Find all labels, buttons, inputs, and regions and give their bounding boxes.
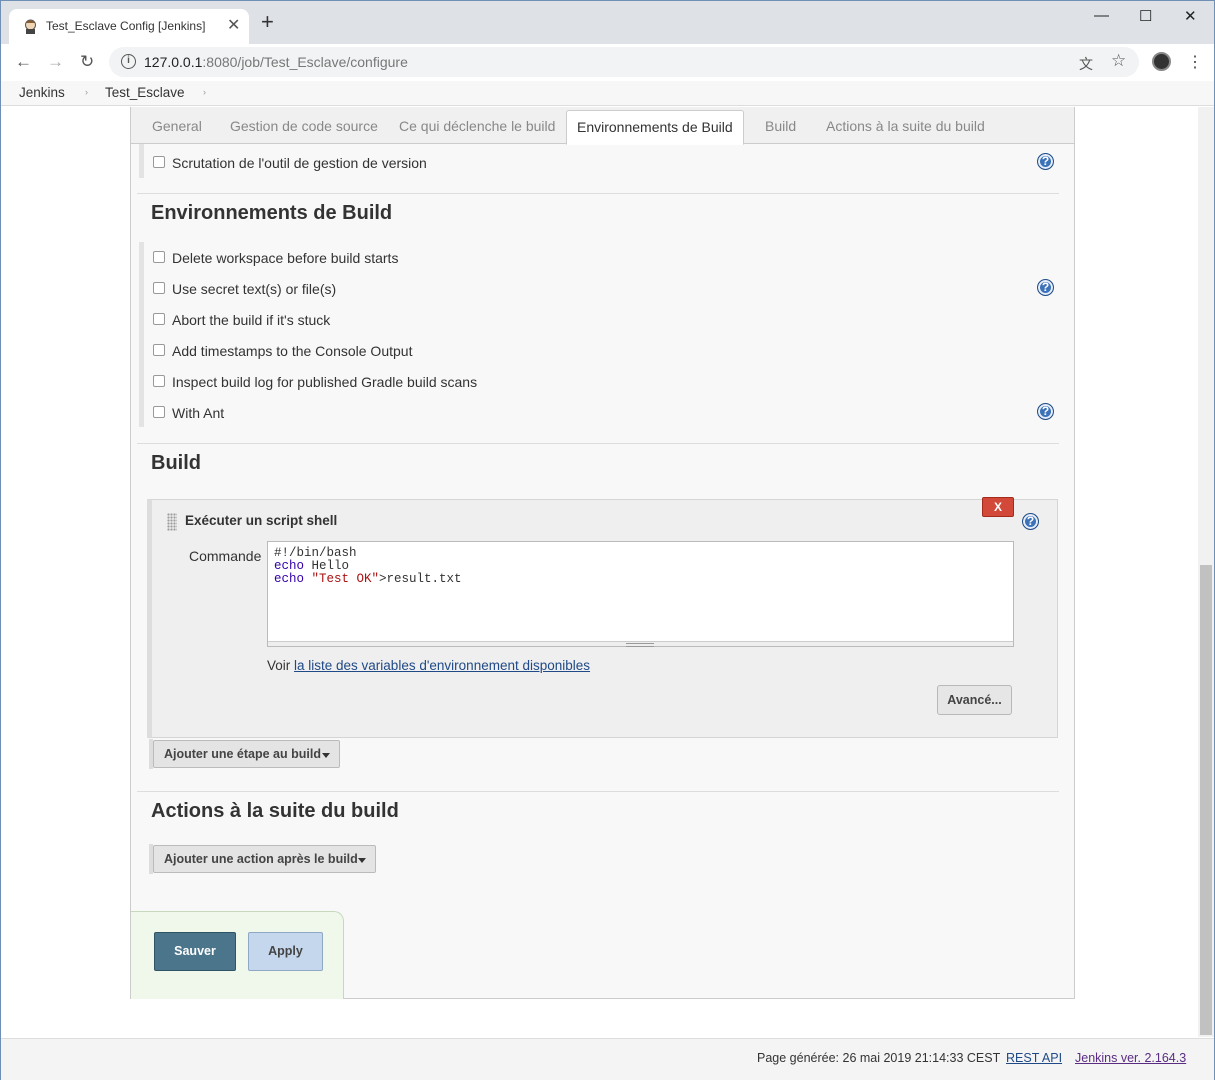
translate-icon[interactable]: 文 bbox=[1079, 54, 1093, 74]
command-label: Commande bbox=[189, 548, 262, 564]
save-button[interactable]: Sauver bbox=[154, 932, 236, 971]
minimize-icon[interactable]: — bbox=[1094, 7, 1109, 24]
help-icon[interactable]: ? bbox=[1022, 513, 1039, 530]
gradle-scans-checkbox[interactable] bbox=[153, 375, 165, 387]
tab-post-build[interactable]: Actions à la suite du build bbox=[826, 118, 985, 134]
dropdown-caret-icon bbox=[358, 858, 366, 863]
abort-stuck-checkbox[interactable] bbox=[153, 313, 165, 325]
secret-text-checkbox[interactable] bbox=[153, 282, 165, 294]
with-ant-checkbox[interactable] bbox=[153, 406, 165, 418]
site-info-icon[interactable]: i bbox=[121, 54, 136, 69]
close-window-icon[interactable]: ✕ bbox=[1184, 7, 1197, 25]
forward-icon[interactable]: → bbox=[47, 52, 64, 72]
timestamps-checkbox[interactable] bbox=[153, 344, 165, 356]
scrollbar-thumb[interactable] bbox=[1200, 565, 1212, 1035]
new-tab-icon[interactable]: + bbox=[261, 11, 274, 33]
tab-close-icon[interactable]: ✕ bbox=[227, 15, 240, 35]
browser-menu-icon[interactable]: ⋮ bbox=[1187, 52, 1203, 72]
jenkins-favicon-icon bbox=[25, 19, 36, 34]
section-bar bbox=[139, 242, 144, 427]
section-bar bbox=[139, 144, 144, 178]
shell-build-step: Exécuter un script shell X ? Commande #!… bbox=[147, 497, 1058, 738]
tab-general[interactable]: General bbox=[152, 118, 202, 134]
url-text[interactable]: 127.0.0.1:8080/job/Test_Esclave/configur… bbox=[144, 54, 408, 70]
step-title: Exécuter un script shell bbox=[185, 513, 338, 528]
section-divider bbox=[137, 791, 1059, 792]
page-footer: Page générée: 26 mai 2019 21:14:33 CEST … bbox=[1, 1038, 1214, 1080]
browser-window: Test_Esclave Config [Jenkins] ✕ + — ☐ ✕ … bbox=[0, 0, 1215, 1080]
add-build-step-button[interactable]: Ajouter une étape au build bbox=[153, 740, 340, 768]
option-label: Use secret text(s) or file(s) bbox=[172, 281, 337, 297]
drag-handle-icon[interactable] bbox=[167, 513, 177, 531]
config-tabbar: General Gestion de code source Ce qui dé… bbox=[131, 107, 1074, 145]
breadcrumb-job[interactable]: Test_Esclave bbox=[105, 85, 185, 100]
page-scrollbar[interactable] bbox=[1198, 107, 1214, 1037]
advanced-button[interactable]: Avancé... bbox=[937, 685, 1012, 715]
jenkins-version-link[interactable]: Jenkins ver. 2.164.3 bbox=[1075, 1051, 1186, 1065]
option-label: Add timestamps to the Console Output bbox=[172, 343, 413, 359]
scm-polling-label: Scrutation de l'outil de gestion de vers… bbox=[172, 155, 427, 171]
rest-api-link[interactable]: REST API bbox=[1006, 1051, 1062, 1065]
help-icon[interactable]: ? bbox=[1037, 153, 1054, 170]
option-label: With Ant bbox=[172, 405, 225, 421]
tab-scm[interactable]: Gestion de code source bbox=[230, 118, 378, 134]
tab-title: Test_Esclave Config [Jenkins] bbox=[46, 19, 206, 33]
tab-triggers[interactable]: Ce qui déclenche le build bbox=[399, 118, 555, 134]
back-icon[interactable]: ← bbox=[15, 52, 32, 72]
browser-tab[interactable]: Test_Esclave Config [Jenkins] ✕ bbox=[9, 9, 249, 44]
post-build-title: Actions à la suite du build bbox=[151, 800, 399, 822]
breadcrumb-separator-icon[interactable]: › bbox=[85, 87, 88, 97]
maximize-icon[interactable]: ☐ bbox=[1139, 7, 1152, 25]
bookmark-star-icon[interactable]: ☆ bbox=[1111, 51, 1126, 71]
dropdown-caret-icon bbox=[322, 753, 330, 758]
form-actions: Sauver Apply bbox=[131, 911, 344, 999]
env-vars-link[interactable]: la liste des variables d'environnement d… bbox=[294, 658, 590, 673]
breadcrumb-jenkins[interactable]: Jenkins bbox=[19, 85, 65, 100]
scm-polling-checkbox[interactable] bbox=[153, 156, 165, 168]
add-build-step-label: Ajouter une étape au build bbox=[164, 747, 321, 761]
command-editor[interactable]: #!/bin/bash echo Hello echo "Test OK">resu… bbox=[267, 541, 1014, 647]
env-vars-prefix: Voir bbox=[267, 658, 295, 673]
command-script[interactable]: #!/bin/bash echo Hello echo "Test OK">resu… bbox=[274, 547, 462, 586]
apply-button[interactable]: Apply bbox=[248, 932, 323, 971]
url-path: :8080/job/Test_Esclave/configure bbox=[202, 54, 408, 70]
add-post-build-action-button[interactable]: Ajouter une action après le build bbox=[153, 845, 376, 873]
url-host: 127.0.0.1 bbox=[144, 54, 203, 70]
option-label: Delete workspace before build starts bbox=[172, 250, 399, 266]
build-env-title: Environnements de Build bbox=[151, 202, 393, 224]
config-form: General Gestion de code source Ce qui dé… bbox=[130, 107, 1075, 999]
section-divider bbox=[137, 443, 1059, 444]
option-label: Inspect build log for published Gradle b… bbox=[172, 374, 478, 390]
address-bar[interactable]: i 127.0.0.1:8080/job/Test_Esclave/config… bbox=[109, 47, 1139, 77]
delete-step-button[interactable]: X bbox=[982, 497, 1014, 517]
add-post-build-label: Ajouter une action après le build bbox=[164, 852, 358, 866]
generated-timestamp: Page générée: 26 mai 2019 21:14:33 CEST bbox=[757, 1051, 1001, 1065]
section-divider bbox=[137, 193, 1059, 194]
editor-resize-handle[interactable] bbox=[268, 641, 1013, 647]
browser-toolbar: ← → ↻ i 127.0.0.1:8080/job/Test_Esclave/… bbox=[1, 44, 1214, 80]
help-icon[interactable]: ? bbox=[1037, 279, 1054, 296]
option-label: Abort the build if it's stuck bbox=[172, 312, 331, 328]
build-title: Build bbox=[151, 452, 201, 474]
breadcrumb-separator-icon[interactable]: › bbox=[203, 87, 206, 97]
browser-titlebar: Test_Esclave Config [Jenkins] ✕ + — ☐ ✕ bbox=[1, 1, 1214, 44]
help-icon[interactable]: ? bbox=[1037, 403, 1054, 420]
delete-workspace-checkbox[interactable] bbox=[153, 251, 165, 263]
tab-build-environment[interactable]: Environnements de Build bbox=[566, 110, 744, 145]
env-vars-hint: Voir la liste des variables d'environnem… bbox=[267, 658, 590, 673]
profile-avatar[interactable] bbox=[1152, 52, 1171, 71]
tab-build[interactable]: Build bbox=[765, 118, 796, 134]
reload-icon[interactable]: ↻ bbox=[80, 52, 94, 72]
script-line: echo "Test OK">result.txt bbox=[274, 572, 462, 586]
breadcrumb: Jenkins › Test_Esclave › bbox=[1, 81, 1214, 106]
